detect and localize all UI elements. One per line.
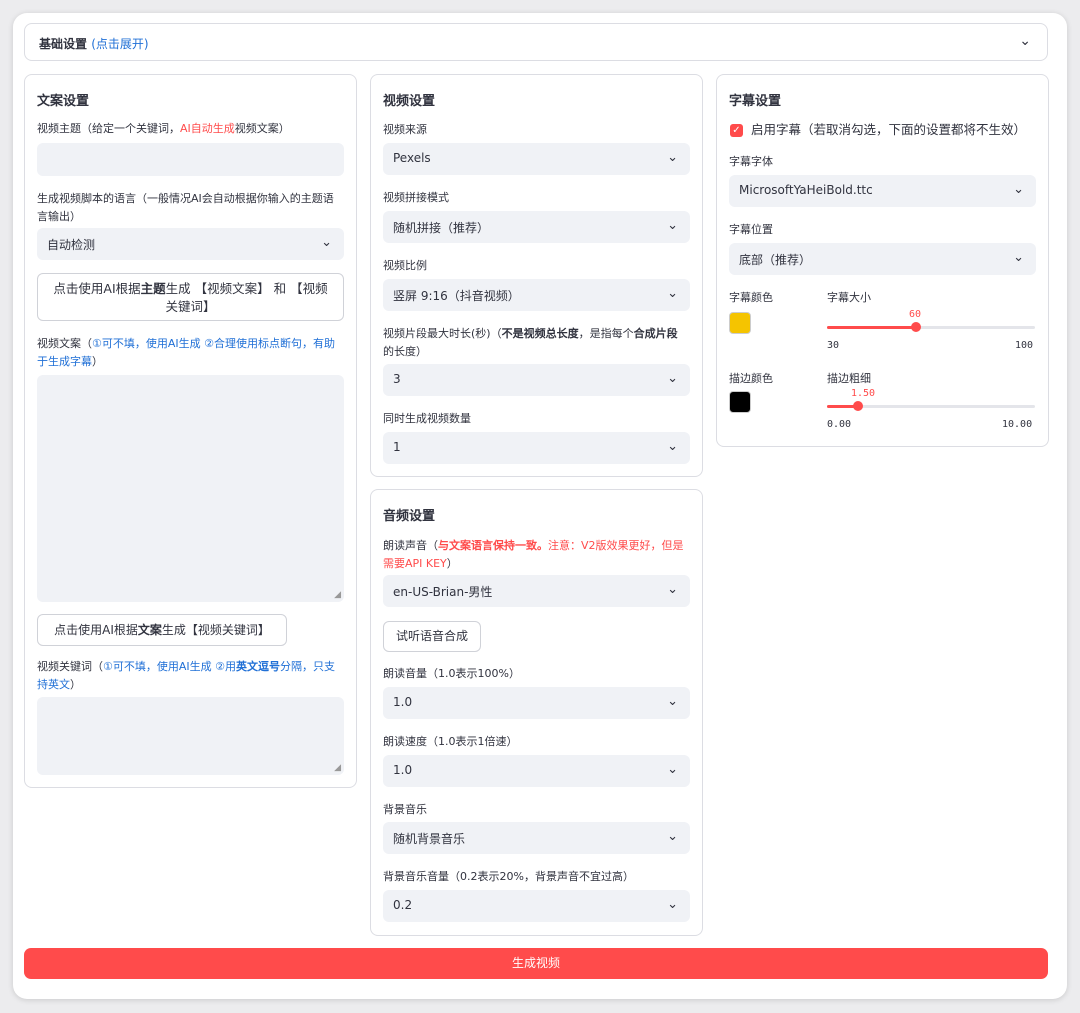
- chevron-down-icon: ⌄: [1019, 33, 1031, 49]
- video-settings-title: 视频设置: [383, 94, 436, 109]
- enable-subtitle-checkbox[interactable]: ✓: [730, 124, 743, 137]
- chevron-down-icon: ⌄: [1013, 250, 1024, 265]
- chevron-down-icon: ⌄: [1013, 182, 1024, 197]
- voice-select[interactable]: en-US-Brian-男性 ⌄: [383, 575, 690, 607]
- subtitle-size-value: 60: [909, 309, 922, 320]
- voice-speed-select[interactable]: 1.0 ⌄: [383, 755, 690, 787]
- chevron-down-icon: ⌄: [667, 218, 678, 233]
- video-source-label: 视频来源: [383, 123, 427, 136]
- video-script-textarea[interactable]: ◢: [37, 375, 344, 602]
- video-keywords-textarea[interactable]: ◢: [37, 697, 344, 775]
- video-subject-input[interactable]: [37, 143, 344, 176]
- chevron-down-icon: ⌄: [667, 829, 678, 844]
- chevron-down-icon: ⌄: [667, 694, 678, 709]
- subtitle-position-label: 字幕位置: [729, 223, 773, 236]
- subtitle-font-label: 字幕字体: [729, 155, 773, 168]
- video-subject-label: 视频主题（给定一个关键词，AI自动生成视频文案）: [37, 122, 290, 135]
- chevron-down-icon: ⌄: [321, 235, 332, 250]
- audio-settings-title: 音频设置: [383, 509, 436, 524]
- stroke-color-label: 描边颜色: [729, 372, 773, 385]
- bgm-volume-select[interactable]: 0.2 ⌄: [383, 890, 690, 922]
- subtitle-font-select[interactable]: MicrosoftYaHeiBold.ttc ⌄: [729, 175, 1036, 207]
- aspect-ratio-select[interactable]: 竖屏 9:16（抖音视频） ⌄: [383, 279, 690, 311]
- clip-duration-label: 视频片段最大时长(秒)（不是视频总长度，是指每个合成片段 的长度）: [383, 327, 678, 358]
- resize-handle-icon[interactable]: ◢: [334, 590, 341, 600]
- subtitle-position-select[interactable]: 底部（推荐） ⌄: [729, 243, 1036, 275]
- concat-mode-select[interactable]: 随机拼接（推荐） ⌄: [383, 211, 690, 243]
- voice-label: 朗读声音（与文案语言保持一致。注意：V2版效果更好，但是 需要API KEY）: [383, 539, 684, 570]
- chevron-down-icon: ⌄: [667, 897, 678, 912]
- video-count-label: 同时生成视频数量: [383, 412, 471, 425]
- voice-volume-label: 朗读音量（1.0表示100%）: [383, 667, 520, 680]
- subtitle-size-slider[interactable]: 60: [827, 309, 1035, 332]
- chevron-down-icon: ⌄: [667, 762, 678, 777]
- bgm-select[interactable]: 随机背景音乐 ⌄: [383, 822, 690, 854]
- bgm-volume-label: 背景音乐音量（0.2表示20%，背景声音不宜过高）: [383, 870, 634, 883]
- copy-settings-title: 文案设置: [37, 94, 90, 109]
- generate-script-button[interactable]: 点击使用AI根据主题生成 【视频文案】 和 【视频 关键词】: [37, 273, 344, 321]
- stroke-width-slider[interactable]: 1.50: [827, 388, 1035, 411]
- video-count-select[interactable]: 1 ⌄: [383, 432, 690, 464]
- aspect-ratio-label: 视频比例: [383, 259, 427, 272]
- subtitle-settings-title: 字幕设置: [729, 94, 782, 109]
- chevron-down-icon: ⌄: [667, 371, 678, 386]
- stroke-color-swatch[interactable]: [729, 391, 751, 413]
- chevron-down-icon: ⌄: [667, 286, 678, 301]
- basic-settings-title: 基础设置 (点击展开): [39, 37, 149, 51]
- generate-video-button[interactable]: 生成视频: [24, 948, 1048, 979]
- bgm-label: 背景音乐: [383, 803, 427, 816]
- subtitle-color-label: 字幕颜色: [729, 291, 773, 304]
- chevron-down-icon: ⌄: [667, 150, 678, 165]
- stroke-width-max: 10.00: [1002, 419, 1033, 430]
- subtitle-size-min: 30: [827, 340, 840, 351]
- slider-thumb[interactable]: [853, 401, 863, 411]
- chevron-down-icon: ⌄: [667, 582, 678, 597]
- concat-mode-label: 视频拼接模式: [383, 191, 449, 204]
- stroke-width-label: 描边粗细: [827, 372, 871, 385]
- video-script-label: 视频文案（①可不填，使用AI生成 ②合理使用标点断句，有助 于生成字幕）: [37, 337, 335, 368]
- resize-handle-icon[interactable]: ◢: [334, 763, 341, 773]
- voice-speed-label: 朗读速度（1.0表示1倍速）: [383, 735, 518, 748]
- video-source-select[interactable]: Pexels ⌄: [383, 143, 690, 175]
- clip-duration-select[interactable]: 3 ⌄: [383, 364, 690, 396]
- video-keywords-label: 视频关键词（①可不填，使用AI生成 ②用英文逗号分隔，只支 持英文）: [37, 660, 335, 691]
- script-language-select[interactable]: 自动检测 ⌄: [37, 228, 344, 260]
- slider-thumb[interactable]: [911, 322, 921, 332]
- voice-volume-select[interactable]: 1.0 ⌄: [383, 687, 690, 719]
- subtitle-size-label: 字幕大小: [827, 291, 871, 304]
- stroke-width-value: 1.50: [851, 388, 876, 399]
- stroke-width-min: 0.00: [827, 419, 852, 430]
- test-voice-button[interactable]: 试听语音合成: [383, 621, 481, 652]
- enable-subtitle-label: 启用字幕（若取消勾选，下面的设置都将不生效）: [751, 122, 1027, 137]
- generate-keywords-button[interactable]: 点击使用AI根据文案生成【视频关键词】: [37, 614, 287, 646]
- basic-settings-expander[interactable]: 基础设置 (点击展开) ⌄: [24, 23, 1048, 61]
- expand-hint: (点击展开): [91, 37, 149, 51]
- subtitle-size-max: 100: [1015, 340, 1034, 351]
- script-language-label: 生成视频脚本的语言（一般情况AI会自动根据你输入的主题语 言输出）: [37, 192, 334, 223]
- chevron-down-icon: ⌄: [667, 439, 678, 454]
- subtitle-color-swatch[interactable]: [729, 312, 751, 334]
